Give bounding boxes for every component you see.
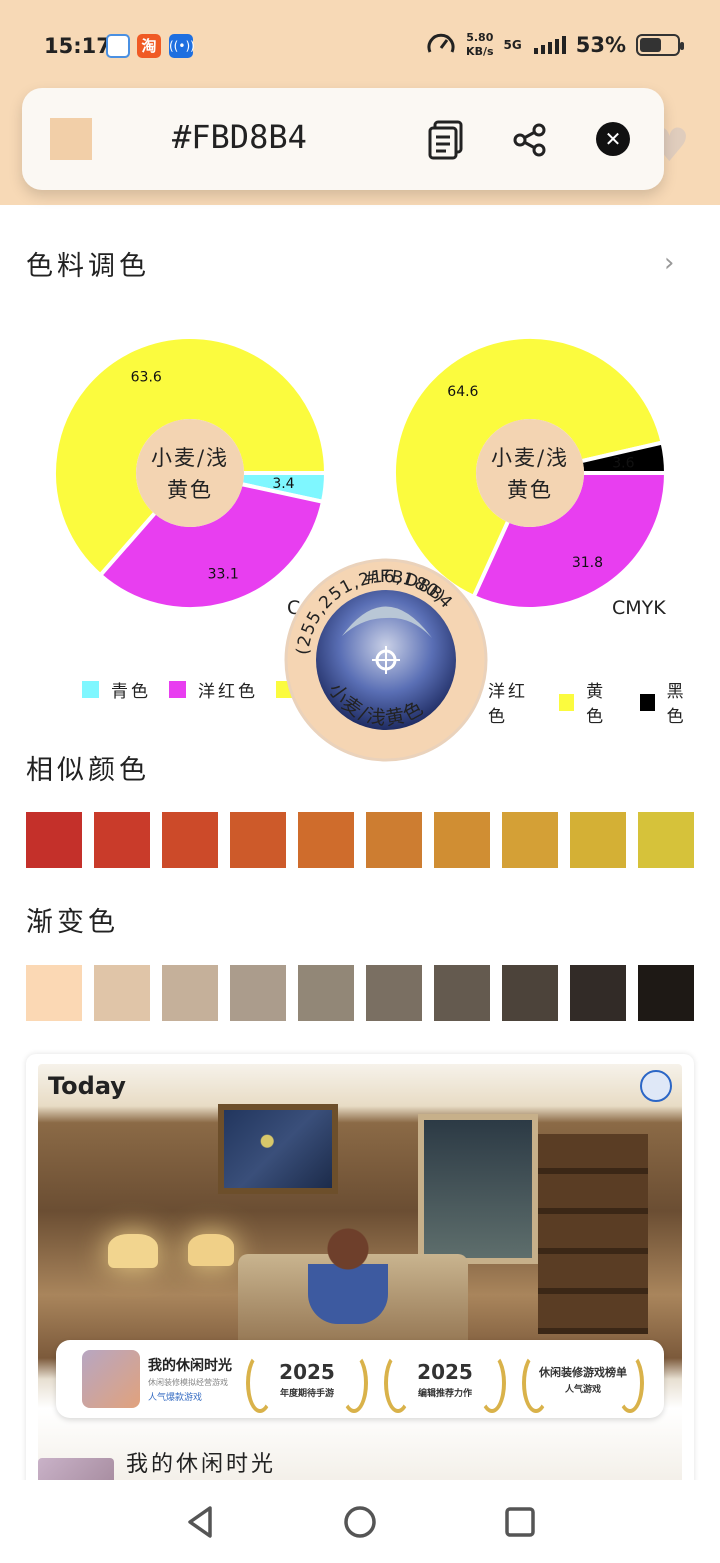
award-subtitle: 年度期待手游 (279, 1388, 334, 1399)
award-title: 2025 (417, 1359, 473, 1384)
similar-color-swatch[interactable] (570, 812, 626, 868)
slice-value-label: 63.6 (131, 369, 162, 385)
hex-popup-card: #FBD8B4 ✕ (22, 88, 664, 190)
window (418, 1114, 538, 1264)
legend-label: 洋红色 (198, 682, 258, 702)
lamp (188, 1234, 234, 1266)
award-subtitle: 编辑推荐力作 (417, 1388, 472, 1399)
legend-label: 黑色 (666, 682, 687, 727)
status-right: 5.80 KB/s 5G 53% (426, 30, 684, 60)
signal-bars-icon (533, 36, 566, 54)
ad-card[interactable]: Today 我的休闲时光 休闲装修模拟经营游戏 人气爆款游戏 2025 年度期待… (26, 1054, 694, 1514)
ad-game-title[interactable]: 我的休闲时光 (126, 1446, 276, 1478)
donut-center-label: 黄色 (507, 478, 553, 502)
game-thumbnail (82, 1350, 140, 1408)
donut-center (136, 419, 244, 527)
close-icon[interactable]: ✕ (596, 122, 630, 156)
ad-award-banner: 我的休闲时光 休闲装修模拟经营游戏 人气爆款游戏 2025 年度期待手游 202… (56, 1340, 664, 1418)
gradient-color-swatch[interactable] (26, 965, 82, 1021)
status-time: 15:17 (44, 34, 111, 58)
section-title-gradient: 渐变色 (26, 907, 119, 938)
network-speed: 5.80 KB/s (466, 31, 493, 59)
color-medallion[interactable]: (255,251,216,180) #FBD8B4 小麦/浅黄色 (282, 556, 490, 764)
section-title-similar: 相似颜色 (26, 755, 150, 786)
slice-value-label: 64.6 (447, 384, 478, 400)
gradient-colors-row (26, 965, 694, 1021)
similar-color-swatch[interactable] (26, 812, 82, 868)
network-type: 5G (503, 38, 522, 52)
game-info: 我的休闲时光 休闲装修模拟经营游戏 人气爆款游戏 (148, 1355, 232, 1403)
nfc-icon: ((•)) (169, 34, 195, 58)
legend-label: 黄色 (586, 682, 607, 727)
color-swatch (50, 118, 92, 160)
bookshelf (538, 1134, 648, 1334)
battery-icon (636, 34, 684, 56)
game-subtitle: 休闲装修模拟经营游戏 (148, 1378, 228, 1387)
legend-right: 洋红色 黄色 黑色 (488, 677, 720, 727)
donut-center-label: 小麦/浅 (151, 446, 229, 470)
gradient-color-swatch[interactable] (366, 965, 422, 1021)
recents-square-icon[interactable] (502, 1504, 538, 1540)
gradient-color-swatch[interactable] (298, 965, 354, 1021)
legend-label: 洋红色 (488, 682, 528, 727)
ad-banner-image[interactable]: Today 我的休闲时光 休闲装修模拟经营游戏 人气爆款游戏 2025 年度期待… (38, 1064, 682, 1484)
speed-value: 5.80 (466, 31, 494, 44)
legend-swatch-cyan (82, 681, 99, 698)
section-title-pigment: 色料调色 (26, 251, 150, 282)
lamp (108, 1234, 158, 1268)
slice-value-label: 31.8 (572, 555, 603, 571)
starry-night-painting (218, 1104, 338, 1194)
similar-color-swatch[interactable] (230, 812, 286, 868)
similar-colors-row (26, 812, 694, 868)
gradient-color-swatch[interactable] (570, 965, 626, 1021)
similar-color-swatch[interactable] (502, 812, 558, 868)
speed-unit: KB/s (466, 45, 494, 58)
battery-percent: 53% (575, 33, 626, 57)
legend-swatch-magenta (169, 681, 186, 698)
similar-color-swatch[interactable] (638, 812, 694, 868)
gradient-color-swatch[interactable] (94, 965, 150, 1021)
slice-value-label: 3.6 (612, 455, 634, 471)
hex-code: #FBD8B4 (172, 118, 307, 156)
gradient-color-swatch[interactable] (162, 965, 218, 1021)
home-circle-icon[interactable] (342, 1504, 378, 1540)
award-title: 2025 (279, 1359, 335, 1384)
similar-color-swatch[interactable] (366, 812, 422, 868)
similar-color-swatch[interactable] (94, 812, 150, 868)
slice-value-label: 33.1 (208, 567, 239, 583)
gradient-color-swatch[interactable] (230, 965, 286, 1021)
game-name: 我的休闲时光 (148, 1358, 232, 1374)
donut-center-label: 黄色 (167, 478, 213, 502)
speedometer-icon (427, 33, 455, 53)
gradient-color-swatch[interactable] (638, 965, 694, 1021)
ad-today-label: Today (48, 1072, 126, 1100)
user-avatar-icon[interactable] (640, 1070, 672, 1102)
award-badge: 2025 编辑推荐力作 (382, 1347, 508, 1413)
legend-swatch-yellow (559, 693, 575, 711)
legend-label: 青色 (111, 682, 151, 702)
similar-color-swatch[interactable] (298, 812, 354, 868)
award-badge: 2025 年度期待手游 (244, 1347, 370, 1413)
award-badge: 休闲装修游戏榜单 人气游戏 (520, 1347, 646, 1413)
similar-color-swatch[interactable] (162, 812, 218, 868)
back-triangle-icon[interactable] (182, 1504, 218, 1540)
game-tag: 人气爆款游戏 (148, 1393, 203, 1403)
character (308, 1224, 388, 1324)
share-icon[interactable] (508, 118, 552, 162)
phone-manager-icon (106, 34, 130, 58)
taobao-icon: 淘 (137, 34, 161, 58)
award-title: 休闲装修游戏榜单 (539, 1365, 627, 1379)
donut-center (476, 419, 584, 527)
award-subtitle: 人气游戏 (564, 1384, 601, 1395)
chevron-right-icon[interactable]: › (664, 248, 674, 278)
legend-swatch-black (639, 693, 655, 711)
gradient-color-swatch[interactable] (434, 965, 490, 1021)
gradient-color-swatch[interactable] (502, 965, 558, 1021)
chart-title-cmyk: CMYK (612, 597, 666, 619)
similar-color-swatch[interactable] (434, 812, 490, 868)
status-bar: 15:17 淘 ((•)) 5.80 KB/s 5G 53% (0, 0, 720, 92)
copy-document-icon[interactable] (424, 118, 468, 162)
donut-center-label: 小麦/浅 (491, 446, 569, 470)
